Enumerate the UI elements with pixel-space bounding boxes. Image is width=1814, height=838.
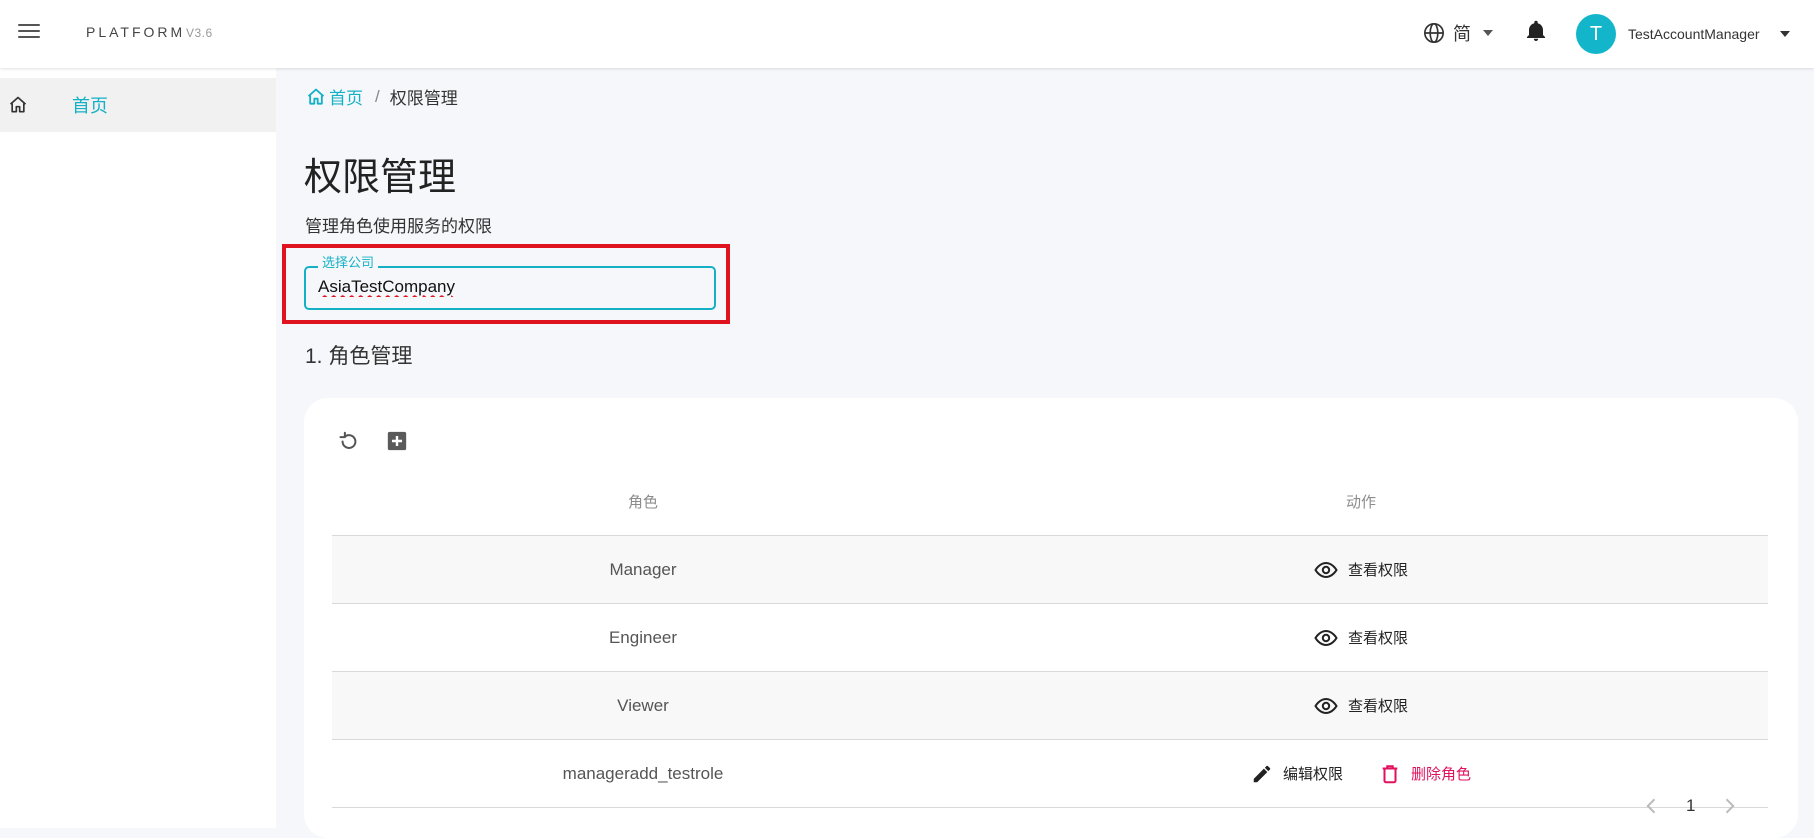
roles-card: 角色 动作 Manager 查看权限 Engineer 查看权限 Viewer … [304, 398, 1798, 838]
add-role-button[interactable] [384, 428, 410, 454]
sidebar: 首页 [0, 68, 276, 828]
notifications-bell-icon[interactable] [1524, 18, 1548, 49]
company-select-label: 选择公司 [318, 252, 379, 271]
pencil-icon [1253, 765, 1271, 782]
edit-permissions-button[interactable]: 编辑权限 [1251, 763, 1343, 785]
chevron-down-icon [1779, 31, 1790, 37]
page-description: 管理角色使用服务的权限 [305, 217, 492, 236]
username-label: TestAccountManager [1628, 26, 1760, 42]
table-row: manageradd_testrole 编辑权限 删除角色 [332, 740, 1768, 808]
action-label: 编辑权限 [1282, 766, 1343, 783]
column-header-action: 动作 [1345, 494, 1376, 511]
table-row: Manager 查看权限 [332, 536, 1768, 604]
user-menu[interactable]: T TestAccountManager [1576, 10, 1790, 58]
eye-icon [1314, 561, 1338, 578]
role-name: manageradd_testrole [562, 763, 724, 783]
action-label: 删除角色 [1411, 766, 1472, 783]
home-icon [307, 88, 325, 105]
column-header-role: 角色 [627, 494, 658, 511]
pagination: 1 [1640, 794, 1741, 818]
refresh-icon [339, 431, 357, 449]
chevron-down-icon [1483, 30, 1493, 36]
roles-table: 角色 动作 Manager 查看权限 Engineer 查看权限 Viewer … [332, 468, 1768, 808]
page-title: 权限管理 [304, 157, 457, 199]
breadcrumb-current: 权限管理 [389, 89, 458, 108]
trash-icon [1382, 764, 1398, 783]
breadcrumb-separator: / [375, 86, 380, 106]
top-app-bar: PLATFORM V3.6 简 T TestAccountManager [0, 0, 1814, 68]
avatar: T [1576, 14, 1616, 54]
action-cell: 查看权限 [954, 672, 1768, 739]
chevron-left-icon [1646, 798, 1656, 814]
role-name: Viewer [617, 695, 669, 715]
language-label: 简 [1453, 24, 1471, 44]
view-permissions-button[interactable]: 查看权限 [1314, 694, 1408, 718]
section-title: 1. 角色管理 [305, 345, 413, 368]
role-name: Manager [609, 559, 677, 579]
refresh-button[interactable] [336, 428, 362, 454]
home-icon [9, 96, 27, 113]
previous-page-button[interactable] [1640, 794, 1664, 818]
table-row: Viewer 查看权限 [332, 672, 1768, 740]
eye-icon [1314, 697, 1338, 714]
add-box-icon [387, 431, 407, 451]
hamburger-menu-icon[interactable] [16, 20, 42, 46]
table-toolbar [336, 428, 410, 454]
view-permissions-button[interactable]: 查看权限 [1314, 558, 1408, 582]
sidebar-item-label: 首页 [72, 96, 108, 116]
brand-name: PLATFORM [86, 24, 186, 40]
breadcrumb: 首页 / 权限管理 [306, 84, 458, 109]
table-header: 角色 动作 [332, 468, 1768, 536]
next-page-button[interactable] [1717, 794, 1741, 818]
action-cell: 查看权限 [954, 604, 1768, 671]
action-label: 查看权限 [1347, 630, 1408, 647]
sidebar-item-home[interactable]: 首页 [0, 78, 276, 132]
eye-icon [1314, 629, 1338, 646]
version-label: V3.6 [186, 26, 213, 40]
chevron-right-icon [1726, 798, 1736, 814]
language-selector[interactable]: 简 [1423, 16, 1493, 50]
delete-role-button[interactable]: 删除角色 [1379, 763, 1471, 785]
view-permissions-button[interactable]: 查看权限 [1314, 626, 1408, 650]
current-page-number[interactable]: 1 [1686, 796, 1695, 816]
company-select-input[interactable] [318, 277, 708, 297]
table-row: Engineer 查看权限 [332, 604, 1768, 672]
breadcrumb-home-link[interactable]: 首页 [306, 84, 363, 109]
globe-icon [1424, 23, 1444, 43]
action-label: 查看权限 [1347, 698, 1408, 715]
breadcrumb-home-label: 首页 [329, 89, 363, 108]
role-name: Engineer [608, 627, 678, 647]
action-label: 查看权限 [1347, 562, 1408, 579]
action-cell: 查看权限 [954, 536, 1768, 603]
